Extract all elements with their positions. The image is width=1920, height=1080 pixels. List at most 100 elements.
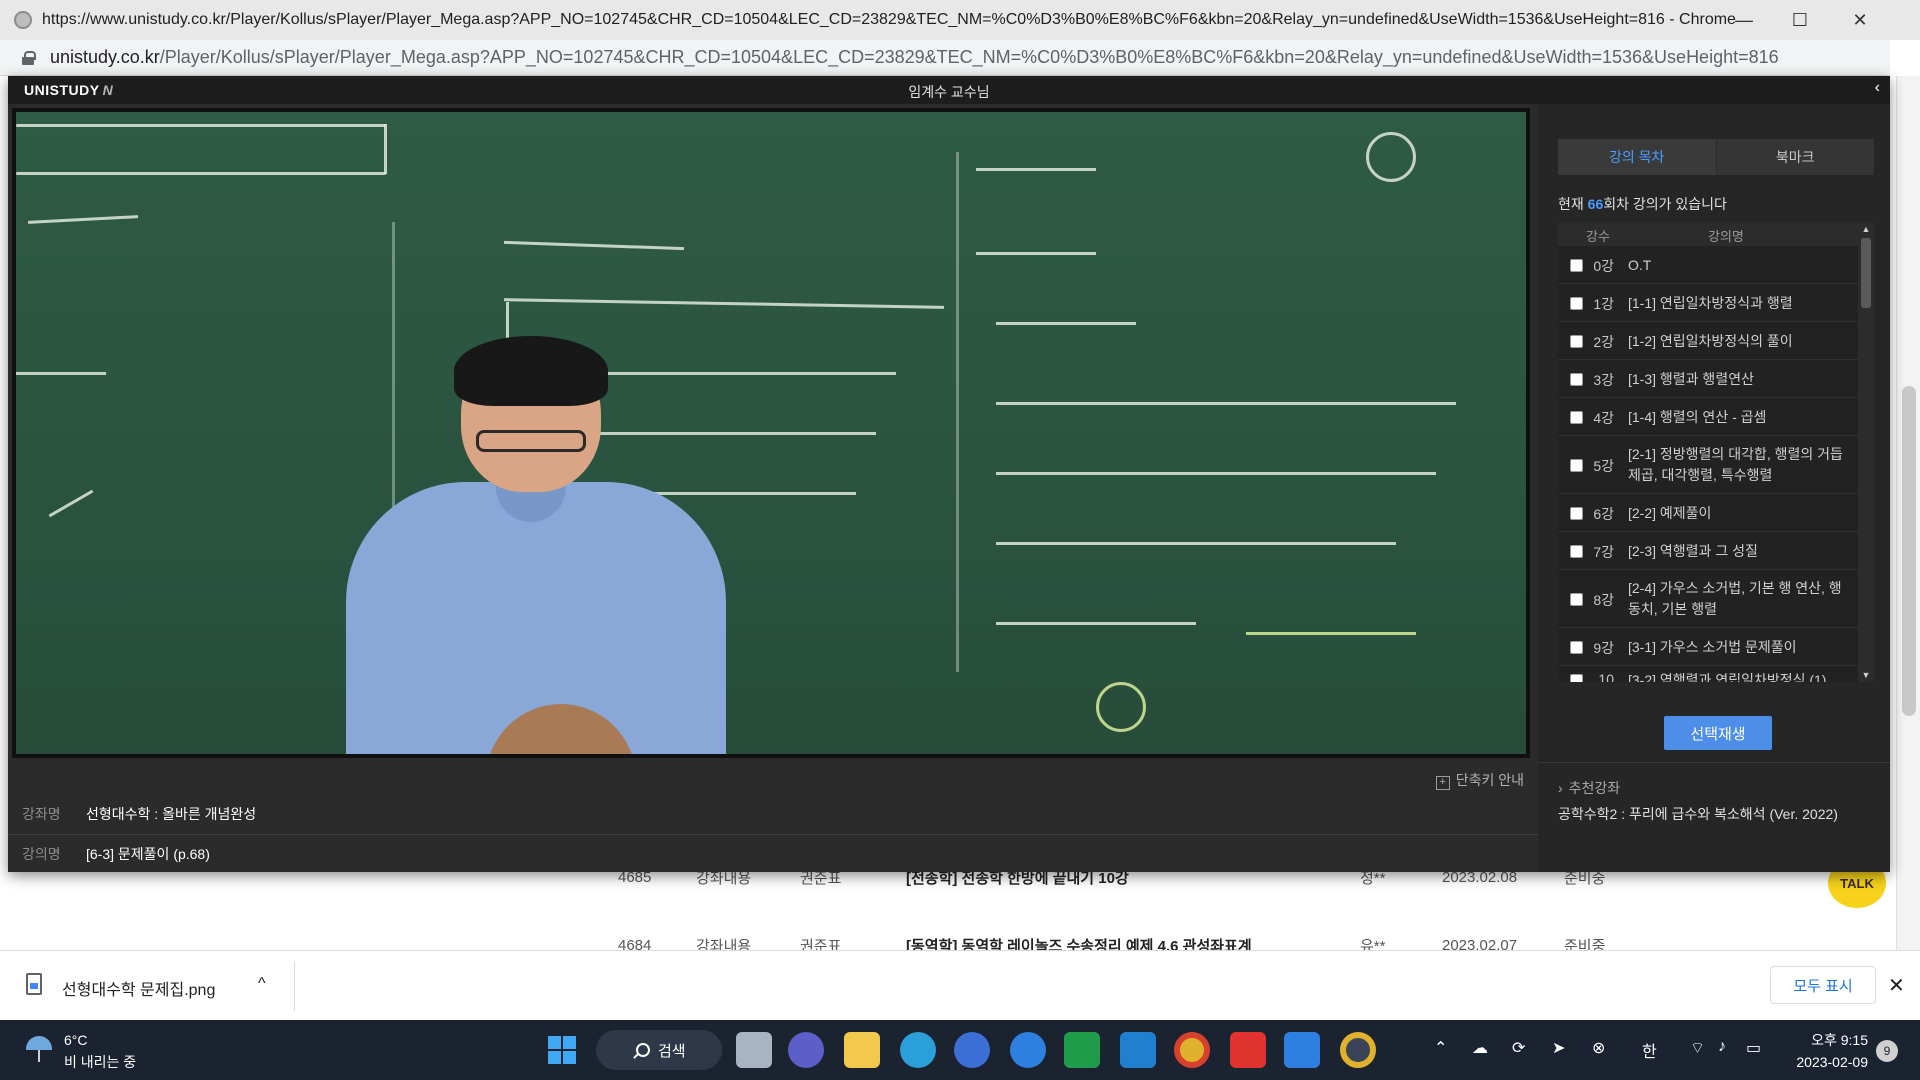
onedrive-icon[interactable]: ☁ bbox=[1472, 1038, 1488, 1058]
search-label: 검색 bbox=[658, 1042, 686, 1060]
ime-indicator[interactable]: 한 bbox=[1642, 1038, 1657, 1062]
page-scrollbar-thumb[interactable] bbox=[1902, 386, 1916, 716]
lecture-row-item[interactable]: 6강 [2-2] 예제풀이 bbox=[1558, 494, 1858, 532]
lecture-title[interactable]: [1-3] 행렬과 행렬연산 bbox=[1628, 369, 1850, 390]
lecture-row-item[interactable]: 4강 [1-4] 행렬의 연산 - 곱셈 bbox=[1558, 398, 1858, 436]
collapse-sidebar-icon[interactable]: ‹ bbox=[1875, 79, 1880, 97]
windows-taskbar: 6°C 비 내리는 중 검색 ⌃ ☁ ⟳ ➤ ⊗ 한 ⌔ ♪ ▭ 오후 9:15… bbox=[0, 1020, 1920, 1080]
close-download-shelf-button[interactable]: ✕ bbox=[1888, 973, 1905, 998]
chevron-up-icon[interactable]: ^ bbox=[258, 975, 266, 993]
task-view-icon[interactable] bbox=[736, 1032, 772, 1068]
lecture-video[interactable] bbox=[12, 108, 1530, 758]
sync-icon[interactable]: ⟳ bbox=[1512, 1038, 1525, 1058]
status-close-icon[interactable]: ⊗ bbox=[1592, 1038, 1605, 1058]
recommended-courses-heading[interactable]: 추천강좌 bbox=[1558, 778, 1621, 798]
battery-icon[interactable]: ▭ bbox=[1746, 1038, 1761, 1058]
lecture-row-item[interactable]: 8강 [2-4] 가우스 소거법, 기본 행 연산, 행 동치, 기본 행렬 bbox=[1558, 570, 1858, 628]
lecture-row-item[interactable]: 2강 [1-2] 연립일차방정식의 풀이 bbox=[1558, 322, 1858, 360]
lecture-num: 7강 bbox=[1593, 544, 1614, 560]
download-file-name[interactable]: 선형대수학 문제집.png bbox=[62, 976, 215, 1000]
chalk-stroke bbox=[27, 215, 139, 224]
file-explorer-icon[interactable] bbox=[844, 1032, 880, 1068]
start-tile bbox=[563, 1036, 576, 1049]
scroll-up-icon[interactable]: ▲ bbox=[1858, 222, 1874, 236]
video-player: UNISTUDY N 임계수 교수님 ‹ + 단축키 안내 강좌명 선형대수학 … bbox=[8, 76, 1890, 872]
url-text[interactable]: unistudy.co.kr/Player/Kollus/sPlayer/Pla… bbox=[50, 47, 1779, 68]
lecture-title[interactable]: [2-3] 역행렬과 그 성질 bbox=[1628, 541, 1850, 562]
app-icon[interactable] bbox=[954, 1032, 990, 1068]
lecture-title[interactable]: [1-1] 연립일차방정식과 행렬 bbox=[1628, 293, 1850, 314]
lecture-checkbox[interactable] bbox=[1570, 641, 1583, 654]
lecture-title[interactable]: [3-1] 가우스 소거법 문제풀이 bbox=[1628, 637, 1850, 658]
notification-badge[interactable]: 9 bbox=[1876, 1040, 1898, 1062]
lecture-title[interactable]: [1-4] 행렬의 연산 - 곱셈 bbox=[1628, 407, 1850, 428]
tab-bookmark[interactable]: 북마크 bbox=[1715, 139, 1874, 175]
tab-lecture-toc[interactable]: 강의 목차 bbox=[1558, 139, 1716, 175]
pycharm-icon[interactable] bbox=[1064, 1032, 1100, 1068]
maximize-button[interactable]: ☐ bbox=[1772, 0, 1828, 40]
lecture-list-scrollbar[interactable]: ▲ ▼ bbox=[1858, 222, 1874, 682]
close-window-button[interactable]: ✕ bbox=[1832, 0, 1888, 40]
lock-icon[interactable] bbox=[22, 50, 36, 65]
vscode-icon[interactable] bbox=[1120, 1032, 1156, 1068]
volume-icon[interactable]: ♪ bbox=[1718, 1038, 1726, 1056]
lecture-title[interactable]: [2-2] 예제풀이 bbox=[1628, 503, 1850, 524]
bing-icon[interactable] bbox=[1010, 1032, 1046, 1068]
page-scrollbar[interactable] bbox=[1896, 76, 1920, 950]
show-all-button[interactable]: 모두 표시 bbox=[1770, 966, 1876, 1004]
play-selected-button[interactable]: 선택재생 bbox=[1664, 716, 1772, 750]
lecture-row-item[interactable]: 9강 [3-1] 가우스 소거법 문제풀이 bbox=[1558, 628, 1858, 666]
chrome-icon[interactable] bbox=[1174, 1032, 1210, 1068]
lecture-row-item[interactable]: 7강 [2-3] 역행렬과 그 성질 bbox=[1558, 532, 1858, 570]
rain-icon[interactable] bbox=[24, 1034, 54, 1064]
col-title-header: 강의명 bbox=[1708, 229, 1744, 244]
taskbar-search[interactable]: 검색 bbox=[596, 1030, 722, 1070]
lecture-row-item[interactable]: 1강 [1-1] 연립일차방정식과 행렬 bbox=[1558, 284, 1858, 322]
chrome-active-icon[interactable] bbox=[1340, 1032, 1376, 1068]
lecture-checkbox[interactable] bbox=[1570, 507, 1583, 520]
lecture-title[interactable]: O.T bbox=[1628, 255, 1850, 276]
col-num-header: 강수 bbox=[1586, 229, 1610, 244]
scroll-down-icon[interactable]: ▼ bbox=[1858, 668, 1874, 682]
lecture-row-item[interactable]: 10강 [3-2] 역행렬과 연립일차방정식 (1) bbox=[1558, 666, 1858, 682]
lecture-title[interactable]: [3-2] 역행렬과 연립일차방정식 (1) bbox=[1628, 670, 1850, 682]
lecture-row-item[interactable]: 3강 [1-3] 행렬과 행렬연산 bbox=[1558, 360, 1858, 398]
wifi-icon[interactable]: ⌔ bbox=[1690, 1038, 1705, 1058]
lecture-title[interactable]: [2-4] 가우스 소거법, 기본 행 연산, 행 동치, 기본 행렬 bbox=[1628, 578, 1850, 620]
lecture-checkbox[interactable] bbox=[1570, 335, 1583, 348]
chalk-stroke bbox=[976, 168, 1096, 171]
lecture-num: 2강 bbox=[1593, 334, 1614, 350]
lecture-checkbox[interactable] bbox=[1570, 259, 1583, 272]
minimize-button[interactable]: — bbox=[1716, 0, 1772, 40]
weather-temperature[interactable]: 6°C bbox=[64, 1032, 88, 1048]
lecture-checkbox[interactable] bbox=[1570, 411, 1583, 424]
lecture-checkbox[interactable] bbox=[1570, 297, 1583, 310]
lecture-row-item[interactable]: 0강 O.T bbox=[1558, 246, 1858, 284]
tray-chevron-up-icon[interactable]: ⌃ bbox=[1434, 1038, 1447, 1058]
lecture-list-scroll-thumb[interactable] bbox=[1861, 238, 1871, 308]
taskbar-clock[interactable]: 오후 9:15 2023-02-09 bbox=[1772, 1030, 1868, 1070]
count-suffix: 회차 강의가 있습니다 bbox=[1603, 196, 1727, 212]
edge-browser-icon[interactable] bbox=[900, 1032, 936, 1068]
lecture-checkbox[interactable] bbox=[1570, 373, 1583, 386]
lecture-checkbox[interactable] bbox=[1570, 674, 1583, 682]
lecture-num: 3강 bbox=[1593, 372, 1614, 388]
lecture-row-item[interactable]: 5강 [2-1] 정방행렬의 대각합, 행렬의 거듭제곱, 대각행렬, 특수행렬 bbox=[1558, 436, 1858, 494]
lecture-checkbox[interactable] bbox=[1570, 459, 1583, 472]
shortcut-guide-button[interactable]: 단축키 안내 bbox=[1436, 770, 1524, 790]
weather-description[interactable]: 비 내리는 중 bbox=[64, 1052, 136, 1072]
course-row: 강좌명 선형대수학 : 올바른 개념완성 bbox=[8, 794, 1538, 834]
recommended-course-link[interactable]: 공학수학2 : 푸리에 급수와 복소해석 (Ver. 2022) bbox=[1558, 804, 1838, 824]
lecture-checkbox[interactable] bbox=[1570, 593, 1583, 606]
chalk-circle bbox=[1096, 682, 1146, 732]
lecture-num: 0강 bbox=[1593, 258, 1614, 274]
lecture-checkbox[interactable] bbox=[1570, 545, 1583, 558]
address-bar[interactable]: unistudy.co.kr/Player/Kollus/sPlayer/Pla… bbox=[0, 40, 1890, 76]
teams-chat-icon[interactable] bbox=[788, 1032, 824, 1068]
lecture-title[interactable]: [2-1] 정방행렬의 대각합, 행렬의 거듭제곱, 대각행렬, 특수행렬 bbox=[1628, 444, 1850, 486]
send-icon[interactable]: ➤ bbox=[1552, 1038, 1565, 1058]
app-red-icon[interactable] bbox=[1230, 1032, 1266, 1068]
todo-check-icon[interactable] bbox=[1284, 1032, 1320, 1068]
windows-start-icon[interactable] bbox=[548, 1036, 576, 1064]
lecture-title[interactable]: [1-2] 연립일차방정식의 풀이 bbox=[1628, 331, 1850, 352]
